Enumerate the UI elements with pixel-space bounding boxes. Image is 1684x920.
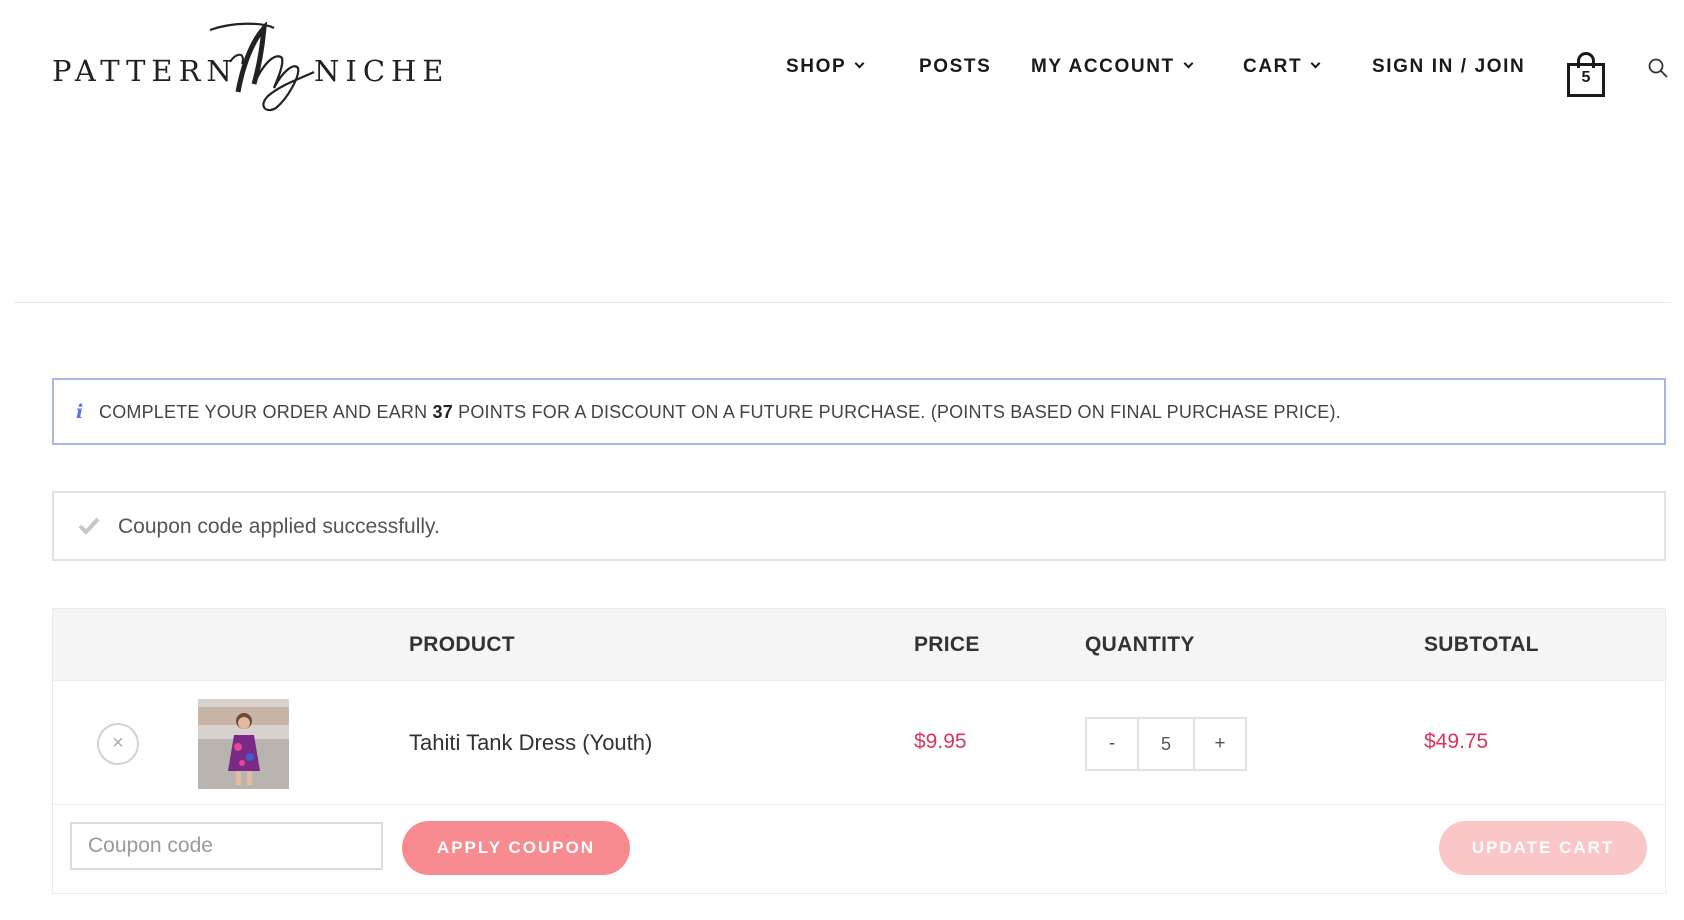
nav-item-posts[interactable]: POSTS [919,56,991,78]
points-notice: i COMPLETE YOUR ORDER AND EARN 37 POINTS… [52,378,1666,445]
nav-item-label: SHOP [786,56,847,77]
check-icon [78,517,100,535]
cart-actions: APPLY COUPON UPDATE CART [53,805,1665,893]
nav-item-my-account[interactable]: MY ACCOUNT [1031,56,1194,78]
nav-item-shop[interactable]: SHOP [786,56,865,78]
nav-item-label: POSTS [919,56,992,77]
nav-item-label: MY ACCOUNT [1031,56,1175,77]
header-divider [14,302,1670,303]
product-price: $9.95 [914,730,967,753]
chevron-down-icon [1310,58,1321,69]
header-quantity: QUANTITY [1085,633,1195,656]
nav-item-label: CART [1243,56,1303,77]
header-product: PRODUCT [409,633,515,656]
nav-item-label: SIGN IN / JOIN [1372,56,1526,77]
remove-item-button[interactable]: × [97,723,139,765]
cart-item-row: × Tahiti Tank Dress (Youth) $9.95 - + [53,681,1665,805]
product-image [198,699,289,789]
update-cart-button[interactable]: UPDATE CART [1439,821,1647,875]
points-notice-text: COMPLETE YOUR ORDER AND EARN 37 POINTS F… [99,402,1341,422]
coupon-code-input[interactable] [70,822,383,870]
header-price: PRICE [914,633,980,656]
coupon-success-notice: Coupon code applied successfully. [52,491,1666,561]
coupon-success-text: Coupon code applied successfully. [118,515,440,538]
chevron-down-icon [854,58,865,69]
points-value: 37 [432,402,453,422]
search-icon[interactable] [1647,57,1669,79]
nav-item-cart[interactable]: CART [1243,56,1321,78]
quantity-decrease-button[interactable]: - [1087,719,1139,769]
line-subtotal: $49.75 [1424,730,1489,753]
cart-table: PRODUCT PRICE QUANTITY SUBTOTAL × Tahiti… [52,608,1666,894]
main-navigation: SHOP POSTS MY ACCOUNT CART SIGN IN / JOI… [0,50,1684,97]
chevron-down-icon [1183,58,1194,69]
cart-count-badge: 5 [1581,69,1591,86]
nav-item-sign-in[interactable]: SIGN IN / JOIN [1372,56,1525,78]
quantity-increase-button[interactable]: + [1193,719,1245,769]
header-subtotal: SUBTOTAL [1424,633,1539,656]
site-header: PATTERN NICHE SHOP POSTS MY ACCOUNT CART… [0,0,1684,140]
info-icon: i [76,401,84,423]
cart-bag-button[interactable]: 5 [1567,50,1605,98]
cart-table-header: PRODUCT PRICE QUANTITY SUBTOTAL [53,609,1665,681]
quantity-input[interactable] [1139,719,1193,769]
product-name-link[interactable]: Tahiti Tank Dress (Youth) [409,730,652,756]
quantity-stepper: - + [1085,717,1247,771]
apply-coupon-button[interactable]: APPLY COUPON [402,821,630,875]
product-thumbnail[interactable] [198,699,289,789]
